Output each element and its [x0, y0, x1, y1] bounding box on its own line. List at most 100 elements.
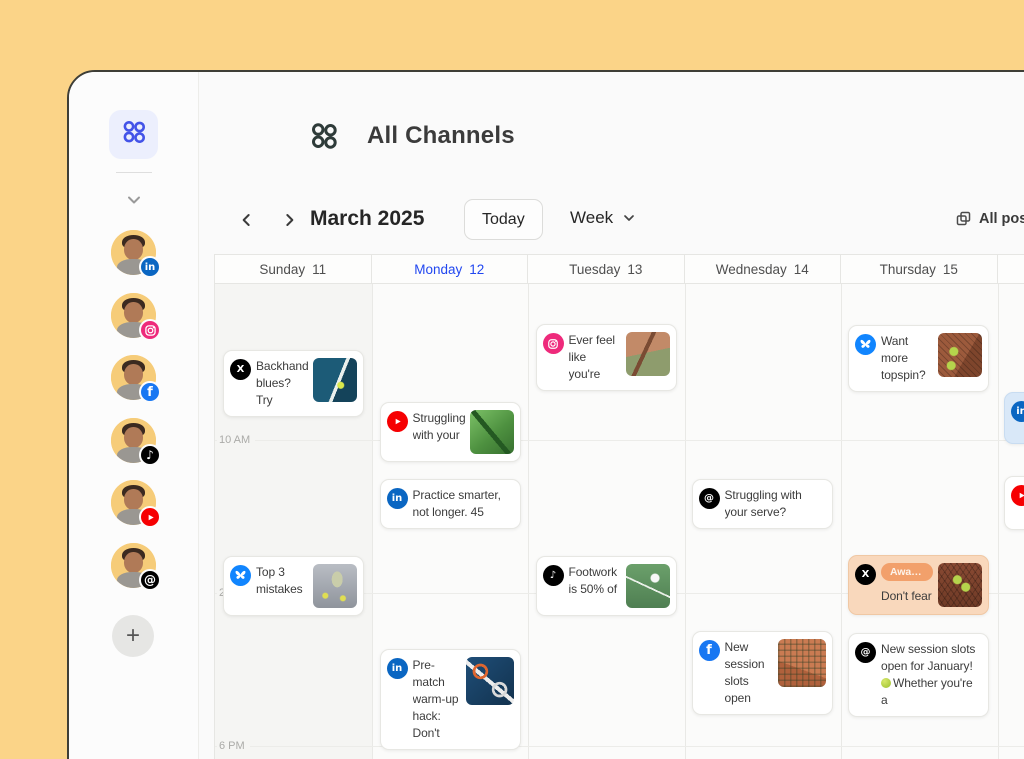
today-button[interactable]: Today: [464, 199, 543, 240]
post-card[interactable]: Struggling with your: [380, 402, 521, 462]
post-text: Practice smarter, not longer. 45: [413, 487, 514, 521]
post-card[interactable]: X Backhand blues? Try: [223, 350, 364, 417]
post-thumbnail: [470, 410, 514, 454]
channels-grid-icon: [121, 119, 147, 150]
day-date: 12: [469, 262, 484, 277]
day-header-sunday: Sunday 11: [215, 255, 372, 283]
post-card[interactable]: Want more topspin?: [848, 325, 989, 392]
channel-avatar-tiktok[interactable]: ♪: [111, 418, 156, 463]
page: { "header": { "title": "All Channels" },…: [0, 0, 1024, 759]
all-channels-icon: [309, 121, 339, 156]
tiktok-icon: ♪: [543, 565, 564, 586]
linkedin-icon: in: [1011, 401, 1024, 422]
view-dropdown-label: Week: [570, 208, 613, 228]
x-icon: X: [855, 564, 876, 585]
post-text: Pre-match warm-up hack: Don't: [413, 657, 461, 742]
post-card[interactable]: Top 3 mistakes: [223, 556, 364, 616]
facebook-icon: f: [699, 640, 720, 661]
tiktok-icon: ♪: [139, 444, 161, 466]
post-thumbnail: [626, 564, 670, 608]
day-date: 14: [794, 262, 809, 277]
post-card[interactable]: Ever feel like you're: [536, 324, 677, 391]
grid-line: [528, 284, 529, 759]
all-posts-label: All pos: [979, 211, 1024, 227]
bluesky-icon: [855, 334, 876, 355]
all-posts-button[interactable]: All pos: [955, 210, 1024, 227]
youtube-icon: [139, 506, 161, 528]
day-header-thursday: Thursday 15: [841, 255, 998, 283]
day-header-friday: [998, 255, 1024, 283]
day-date: 13: [627, 262, 642, 277]
post-text: New session slots open for January! Whet…: [881, 641, 982, 709]
post-thumbnail: [778, 639, 826, 687]
day-header-row: Sunday 11 Monday 12 Tuesday 13 Wednesday…: [215, 254, 1024, 284]
linkedin-icon: in: [387, 488, 408, 509]
day-header-wednesday: Wednesday 14: [685, 255, 842, 283]
post-text-line: New session slots open for January!: [881, 642, 975, 673]
day-name: Thursday: [880, 262, 936, 277]
month-label: March 2025: [310, 207, 424, 231]
post-text: Backhand blues? Try: [256, 358, 308, 409]
day-name: Sunday: [259, 262, 305, 277]
post-card[interactable]: in Pre-match warm-up hack: Don't: [380, 649, 521, 750]
channel-avatar-youtube[interactable]: [111, 480, 156, 525]
youtube-icon: [1011, 485, 1024, 506]
grid-line: [215, 746, 1024, 747]
threads-icon: @: [855, 642, 876, 663]
post-card[interactable]: @ Struggling with your serve?: [692, 479, 833, 529]
view-dropdown[interactable]: Week: [570, 208, 637, 228]
post-card[interactable]: ♪ Footwork is 50% of: [536, 556, 677, 616]
grid-line: [998, 284, 999, 759]
previous-week-button[interactable]: [237, 210, 257, 230]
channel-avatar-linkedin[interactable]: in: [111, 230, 156, 275]
post-card[interactable]: in Practice smarter, not longer. 45: [380, 479, 521, 529]
calendar-grid: 10 AM 2 PM 6 PM X Backhand blues? Try To…: [215, 284, 1024, 759]
plus-icon: +: [126, 622, 140, 650]
channel-avatar-instagram[interactable]: [111, 293, 156, 338]
grid-line: [841, 284, 842, 759]
grid-line: [372, 284, 373, 759]
post-text-line: Don't fear: [881, 589, 932, 603]
tennis-ball-icon: [881, 678, 891, 688]
day-name: Monday: [414, 262, 462, 277]
linkedin-icon: in: [139, 256, 161, 278]
facebook-icon: f: [139, 381, 161, 403]
post-thumbnail: [313, 564, 357, 608]
time-label: 10 AM: [217, 433, 255, 447]
day-date: 11: [312, 262, 326, 277]
grid-line: [685, 284, 686, 759]
post-thumbnail: [313, 358, 357, 402]
post-text: Struggling with your: [413, 410, 465, 444]
post-text: Struggling with your serve?: [725, 487, 826, 521]
add-channel-button[interactable]: +: [112, 615, 154, 657]
channel-avatar-threads[interactable]: @: [111, 543, 156, 588]
post-thumbnail: [626, 332, 670, 376]
post-text-line: Whether you're a: [881, 676, 973, 707]
collapse-chevron-icon[interactable]: [124, 190, 144, 210]
week-calendar: Sunday 11 Monday 12 Tuesday 13 Wednesday…: [214, 254, 1024, 759]
post-card[interactable]: f New session slots open: [692, 631, 833, 715]
threads-icon: @: [699, 488, 720, 509]
all-channels-button[interactable]: [109, 110, 158, 159]
stack-icon: [955, 210, 972, 227]
youtube-icon: [387, 411, 408, 432]
page-header: All Channels: [199, 72, 1024, 182]
post-text: Awaiti... Don't fear: [881, 563, 933, 605]
x-icon: X: [230, 359, 251, 380]
post-card[interactable]: @ New session slots open for January! Wh…: [848, 633, 989, 717]
channel-sidebar: in f ♪ @ +: [69, 72, 199, 759]
post-text: Footwork is 50% of: [569, 564, 621, 598]
next-week-button[interactable]: [279, 210, 299, 230]
day-name: Tuesday: [569, 262, 620, 277]
post-card-awaiting-approval[interactable]: X Awaiti... Don't fear: [848, 555, 989, 615]
channel-avatar-facebook[interactable]: f: [111, 355, 156, 400]
linkedin-icon: in: [387, 658, 408, 679]
day-header-tuesday: Tuesday 13: [528, 255, 685, 283]
post-thumbnail: [938, 333, 982, 377]
post-text: Top 3 mistakes: [256, 564, 308, 598]
awaiting-approval-badge: Awaiti...: [881, 563, 933, 581]
post-card[interactable]: in: [1004, 392, 1024, 444]
post-card[interactable]: [1004, 476, 1024, 530]
post-thumbnail: [938, 563, 982, 607]
day-name: Wednesday: [716, 262, 787, 277]
